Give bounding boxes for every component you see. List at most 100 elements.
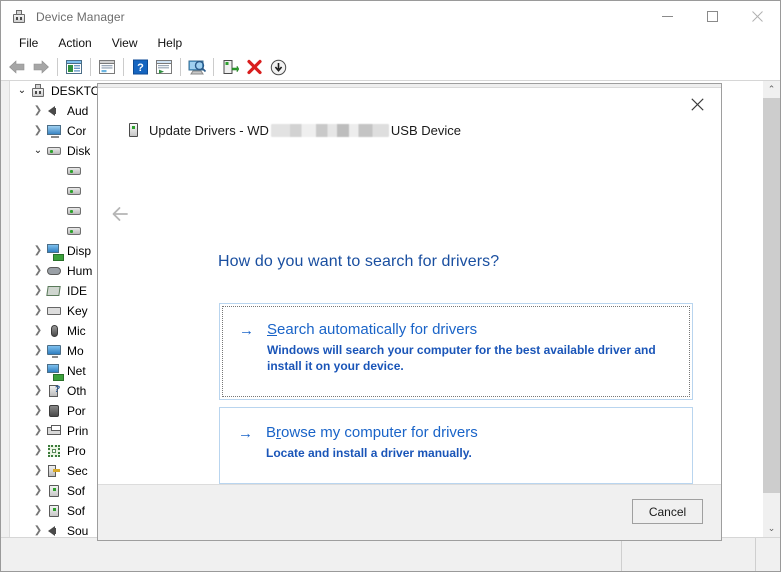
security-device-icon — [46, 463, 62, 479]
tree-node-label: Disk — [67, 144, 91, 158]
menu-file[interactable]: File — [9, 34, 48, 52]
chevron-right-icon[interactable]: ❯ — [30, 386, 46, 396]
enable-device-icon[interactable] — [218, 56, 242, 79]
statusbar-cell-a — [622, 538, 756, 571]
chevron-right-icon[interactable]: ❯ — [30, 246, 46, 256]
tree-node-label: Aud — [67, 104, 89, 118]
menu-action[interactable]: Action — [48, 34, 101, 52]
window-titlebar: Device Manager — [1, 1, 780, 32]
disable-device-icon[interactable] — [266, 56, 290, 79]
tree-node-label: Prin — [67, 424, 89, 438]
tree-vertical-scrollbar[interactable]: ⌃ ⌄ — [762, 81, 780, 537]
dialog-header: Update Drivers - WD USB Device — [125, 122, 461, 138]
statusbar-main — [1, 538, 622, 571]
window-title: Device Manager — [36, 9, 125, 24]
network-adapter-icon — [46, 363, 64, 381]
update-driver-icon[interactable] — [152, 56, 176, 79]
disk-drive-icon — [46, 143, 62, 159]
chevron-right-icon[interactable]: ❯ — [30, 466, 46, 476]
chevron-down-icon[interactable]: ⌄ — [14, 86, 30, 96]
option-accel-key: S — [267, 321, 278, 338]
minimize-button[interactable] — [645, 1, 690, 32]
option-description: Locate and install a driver manually. — [266, 446, 472, 460]
option-browse-my-computer[interactable]: → Browse my computer for drivers Locate … — [219, 407, 693, 484]
toolbar-separator — [213, 58, 214, 76]
disk-drive-icon — [66, 183, 82, 199]
print-queue-icon — [46, 423, 62, 439]
port-icon — [46, 403, 62, 419]
tree-node-label: Cor — [67, 124, 87, 138]
chevron-right-icon[interactable]: ❯ — [30, 446, 46, 456]
chevron-down-icon[interactable]: ⌄ — [30, 146, 46, 156]
tree-node-label: Sou — [67, 524, 89, 537]
svg-text:?: ? — [137, 62, 144, 74]
processor-icon — [46, 443, 62, 459]
chevron-right-icon[interactable]: ❯ — [30, 326, 46, 336]
chevron-right-icon[interactable]: ❯ — [30, 126, 46, 136]
option-title-search-automatically[interactable]: Search automatically for drivers — [267, 320, 673, 339]
scroll-down-icon[interactable]: ⌄ — [763, 520, 780, 537]
arrow-right-icon: → — [239, 322, 254, 339]
toolbar-separator — [90, 58, 91, 76]
display-adapter-icon — [46, 243, 64, 261]
option-search-automatically[interactable]: → Search automatically for drivers Windo… — [219, 303, 693, 400]
chevron-right-icon[interactable]: ❯ — [30, 266, 46, 276]
back-arrow-icon[interactable] — [5, 56, 29, 79]
mouse-icon — [46, 323, 62, 339]
show-hide-console-tree-icon[interactable] — [62, 56, 86, 79]
tree-node-label: Sof — [67, 484, 86, 498]
uninstall-device-icon[interactable] — [242, 56, 266, 79]
tree-node-label: Pro — [67, 444, 86, 458]
monitor-icon — [46, 343, 62, 359]
dialog-close-button[interactable] — [675, 90, 719, 118]
toolbar: ? — [1, 54, 780, 81]
other-device-icon — [46, 383, 62, 399]
redacted-device-name — [270, 123, 389, 137]
software-component-icon — [46, 483, 62, 499]
chevron-right-icon[interactable]: ❯ — [30, 406, 46, 416]
dialog-title-suffix: USB Device — [390, 122, 461, 138]
tree-node-label: Mo — [67, 344, 84, 358]
close-button[interactable] — [735, 1, 780, 32]
chevron-right-icon[interactable]: ❯ — [30, 486, 46, 496]
chevron-right-icon[interactable]: ❯ — [30, 306, 46, 316]
hid-icon — [46, 263, 62, 279]
tree-node-label: Por — [67, 404, 86, 418]
scrollbar-track[interactable] — [763, 98, 780, 520]
arrow-right-icon: → — [238, 425, 253, 442]
help-icon[interactable]: ? — [128, 56, 152, 79]
sound-controller-icon — [46, 523, 62, 537]
device-icon — [125, 122, 141, 138]
maximize-button[interactable] — [690, 1, 735, 32]
cancel-button[interactable]: Cancel — [632, 499, 703, 524]
menu-help[interactable]: Help — [148, 34, 193, 52]
device-manager-icon — [11, 9, 27, 25]
chevron-right-icon[interactable]: ❯ — [30, 526, 46, 536]
option-title-rest: owse my computer for drivers — [281, 424, 478, 441]
scrollbar-thumb[interactable] — [763, 98, 780, 493]
chevron-right-icon[interactable]: ❯ — [30, 506, 46, 516]
software-device-icon — [46, 503, 62, 519]
tree-node-label: IDE — [67, 284, 88, 298]
chevron-right-icon[interactable]: ❯ — [30, 366, 46, 376]
option-title-browse-my-computer[interactable]: Browse my computer for drivers — [266, 423, 478, 442]
tree-node-label: Mic — [67, 324, 86, 338]
scroll-up-icon[interactable]: ⌃ — [763, 81, 780, 98]
dialog-back-button[interactable] — [110, 202, 134, 226]
chevron-right-icon[interactable]: ❯ — [30, 426, 46, 436]
properties-icon[interactable] — [95, 56, 119, 79]
scan-for-hardware-changes-icon[interactable] — [185, 56, 209, 79]
statusbar — [1, 537, 780, 571]
chevron-right-icon[interactable]: ❯ — [30, 106, 46, 116]
option-accel-pre: B — [266, 424, 277, 441]
tree-left-gutter — [1, 81, 10, 537]
forward-arrow-icon[interactable] — [29, 56, 53, 79]
toolbar-separator — [180, 58, 181, 76]
device-manager-window: Device Manager File Action View Help ? ⌄… — [0, 0, 781, 572]
disk-drive-icon — [66, 203, 82, 219]
chevron-right-icon[interactable]: ❯ — [30, 286, 46, 296]
option-description: Windows will search your computer for th… — [267, 343, 656, 373]
menu-view[interactable]: View — [102, 34, 148, 52]
chevron-right-icon[interactable]: ❯ — [30, 346, 46, 356]
menubar: File Action View Help — [1, 32, 780, 54]
